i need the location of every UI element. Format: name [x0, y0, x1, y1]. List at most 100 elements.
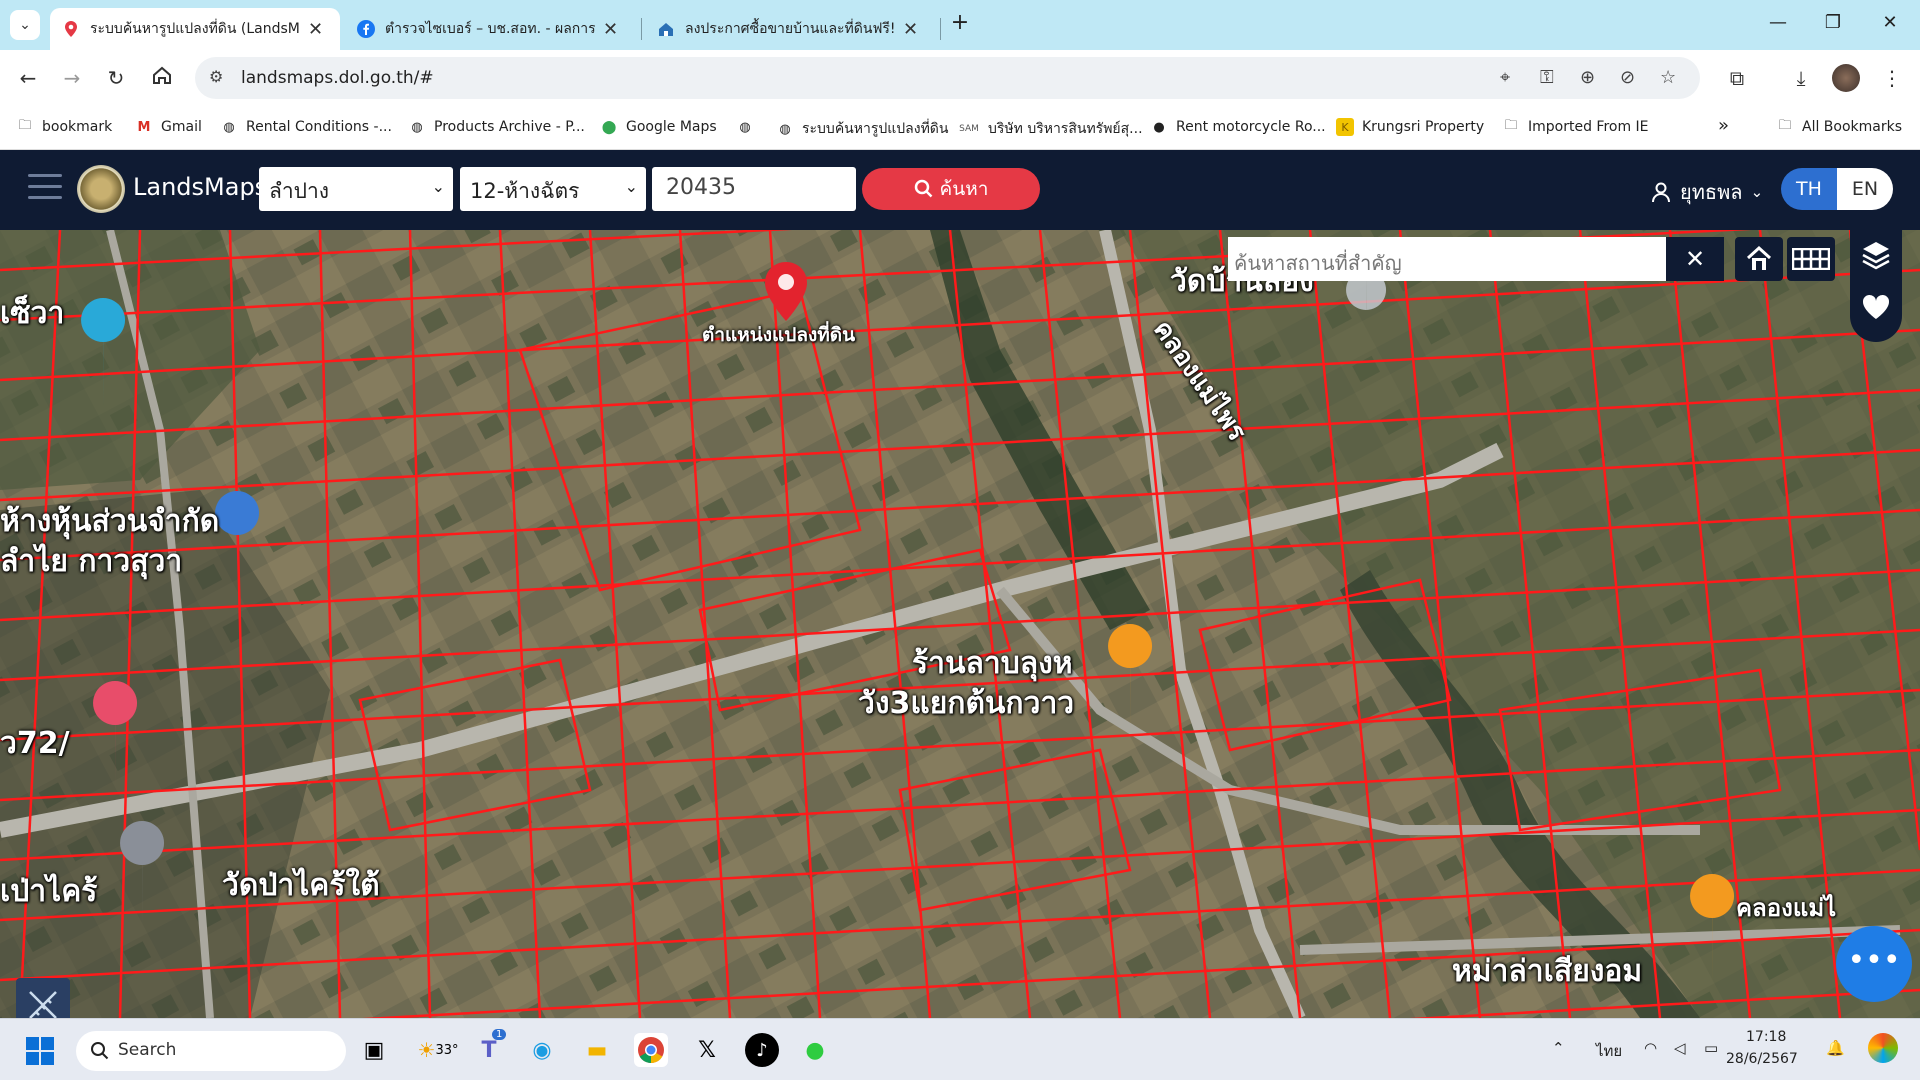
taskbar: Search ▣ ☀ 33° T 1 ◉ ▬ 𝕏 ♪ ● ⌃ ไทย ◠ ◁ ▭ …	[0, 1018, 1920, 1080]
battery-icon[interactable]: ▭	[1704, 1039, 1718, 1057]
chevron-up-icon[interactable]: ⌃	[1552, 1039, 1565, 1057]
wechat-icon[interactable]: ●	[798, 1033, 832, 1067]
all-bookmarks[interactable]: 🗀 All Bookmarks	[1776, 118, 1902, 136]
bookmark-item[interactable]: ⬤ Google Maps	[600, 118, 717, 136]
bookmark-item[interactable]: 🗀 bookmark	[16, 118, 112, 136]
chevron-down-icon: ⌄	[1750, 183, 1764, 201]
tab-property[interactable]: ลงประกาศซื้อขายบ้านและที่ดินฟรี! | ✕	[645, 8, 935, 50]
edge-icon[interactable]: ◉	[525, 1033, 559, 1067]
search-button[interactable]: ค้นหา	[862, 168, 1040, 210]
minimize-button[interactable]: —	[1758, 12, 1798, 33]
copilot-icon[interactable]	[1868, 1033, 1898, 1063]
location-icon[interactable]: ⌖	[1500, 67, 1510, 88]
site-info-icon[interactable]: ⚙	[209, 67, 223, 86]
x-icon[interactable]: 𝕏	[690, 1033, 724, 1067]
map-label: เซ็วา	[0, 296, 65, 331]
wifi-icon[interactable]: ◠	[1644, 1039, 1657, 1057]
teams-icon[interactable]: T 1	[472, 1029, 507, 1067]
zoom-icon[interactable]: ⊕	[1580, 67, 1595, 88]
lang-en-button[interactable]: EN	[1837, 168, 1893, 210]
omnibox[interactable]: ⚙ landsmaps.dol.go.th/# ⌖ ⚿ ⊕ ⊘ ☆	[195, 57, 1700, 99]
chevron-down-icon: ⌄	[431, 177, 445, 196]
map-label: วัง3แยกต้นกวาว	[858, 686, 1075, 721]
clock-date[interactable]: 28/6/2567	[1726, 1051, 1798, 1067]
tab-search-button[interactable]: ⌄	[10, 10, 40, 40]
restore-button[interactable]: ❐	[1813, 12, 1853, 33]
folder-icon: 🗀	[1504, 118, 1518, 133]
house-icon	[1746, 245, 1772, 270]
home-map-button[interactable]	[1735, 237, 1783, 281]
bookmark-item[interactable]: M Gmail	[135, 118, 202, 136]
parcel-number-input[interactable]: 20435	[652, 167, 856, 211]
file-explorer-icon[interactable]: ▬	[580, 1033, 614, 1067]
download-icon[interactable]: ⤓	[1787, 64, 1815, 92]
input-language[interactable]: ไทย	[1596, 1039, 1622, 1063]
user-menu[interactable]: ยุทธพล ⌄	[1650, 176, 1763, 208]
bookmark-item[interactable]: ◍	[736, 118, 762, 136]
notification-bell-icon[interactable]: 🔔	[1826, 1039, 1845, 1057]
bookmark-item[interactable]: ● Rent motorcycle Ro...	[1150, 118, 1325, 136]
close-tab-icon[interactable]: ✕	[308, 19, 323, 40]
parcel-location-pin-icon[interactable]	[762, 260, 810, 324]
tab-title: ตำรวจไซเบอร์ – บช.สอท. - ผลการค้	[385, 21, 595, 37]
sam-icon: SAM	[959, 124, 979, 134]
province-select[interactable]: ลำปาง ⌄	[259, 167, 453, 211]
bookmark-item[interactable]: 🗀 Imported From IE	[1502, 118, 1648, 136]
close-tab-icon[interactable]: ✕	[903, 19, 918, 40]
tab-landsmaps[interactable]: ระบบค้นหารูปแปลงที่ดิน (LandsMap ✕	[50, 8, 340, 50]
map-label: วัดป่าไคร้ใต้	[222, 868, 380, 903]
more-bookmarks-button[interactable]: »	[1718, 115, 1729, 136]
brand-name: LandsMaps	[133, 173, 268, 201]
map-side-controls	[1850, 230, 1902, 342]
bookmark-item[interactable]: ◍ Rental Conditions -...	[220, 118, 392, 136]
taskbar-search[interactable]: Search	[76, 1031, 346, 1071]
bookmark-item[interactable]: ◍ ระบบค้นหารูปแปลงที่ดิน	[776, 118, 948, 140]
password-key-icon[interactable]: ⚿	[1540, 67, 1554, 88]
folder-icon: 🗀	[1778, 118, 1792, 133]
home-button[interactable]	[148, 64, 176, 92]
grid-toggle-button[interactable]	[1787, 237, 1835, 281]
reload-button[interactable]: ↻	[102, 64, 130, 92]
bookmarks-bar: 🗀 bookmark M Gmail ◍ Rental Conditions -...…	[0, 107, 1920, 150]
house-icon	[659, 23, 673, 36]
place-search-input[interactable]: ค้นหาสถานที่สำคัญ	[1228, 237, 1666, 281]
map-label: เป่าไคร้	[0, 874, 98, 909]
new-tab-button[interactable]: +	[940, 10, 980, 35]
clock-time[interactable]: 17:18	[1746, 1029, 1786, 1045]
district-select[interactable]: 12-ห้างฉัตร ⌄	[460, 167, 646, 211]
layers-icon[interactable]	[1862, 240, 1890, 270]
close-tab-icon[interactable]: ✕	[603, 19, 618, 40]
tab-facebook[interactable]: ตำรวจไซเบอร์ – บช.สอท. - ผลการค้ ✕	[345, 8, 635, 50]
more-options-button[interactable]: •••	[1836, 926, 1912, 1002]
bookmark-item[interactable]: K Krungsri Property	[1336, 118, 1484, 136]
forward-button[interactable]: →	[58, 64, 86, 92]
back-button[interactable]: ←	[14, 64, 42, 92]
tiktok-icon[interactable]: ♪	[745, 1033, 779, 1067]
hamburger-menu-icon[interactable]	[28, 174, 62, 202]
tab-title: ลงประกาศซื้อขายบ้านและที่ดินฟรี! |	[685, 21, 895, 37]
url-text[interactable]: landsmaps.dol.go.th/#	[241, 68, 434, 88]
star-icon[interactable]: ☆	[1660, 67, 1676, 88]
home-icon	[153, 66, 171, 84]
tab-title: ระบบค้นหารูปแปลงที่ดิน (LandsMap	[90, 21, 300, 37]
bookmark-item[interactable]: SAM บริษัท บริหารสินทรัพย์สุ...	[958, 118, 1142, 140]
close-icon[interactable]: ✕	[1666, 237, 1724, 281]
windows-start-icon[interactable]	[26, 1037, 54, 1065]
extensions-icon[interactable]: ⧉	[1723, 64, 1751, 92]
eye-off-icon[interactable]: ⊘	[1620, 67, 1635, 88]
measure-tool-icon[interactable]	[16, 978, 70, 1018]
menu-icon[interactable]: ⋮	[1878, 64, 1906, 92]
weather-widget[interactable]: ☀ 33°	[415, 1033, 461, 1067]
profile-avatar[interactable]	[1832, 64, 1860, 92]
volume-icon[interactable]: ◁	[1674, 1039, 1686, 1057]
close-window-button[interactable]: ✕	[1870, 12, 1910, 33]
map-canvas[interactable]: ตำแหน่งแปลงที่ดิน วัดบ้านล้อง คลองแม่ไพร…	[0, 230, 1920, 1018]
task-view-icon[interactable]: ▣	[357, 1033, 391, 1067]
globe-icon: ◍	[779, 121, 791, 137]
lang-th-button[interactable]: TH	[1781, 168, 1837, 210]
globe-icon: ◍	[739, 119, 751, 135]
chrome-icon[interactable]	[634, 1033, 668, 1067]
chevron-down-icon: ⌄	[624, 177, 638, 196]
bookmark-item[interactable]: ◍ Products Archive - P...	[408, 118, 585, 136]
heart-icon[interactable]	[1862, 294, 1890, 320]
